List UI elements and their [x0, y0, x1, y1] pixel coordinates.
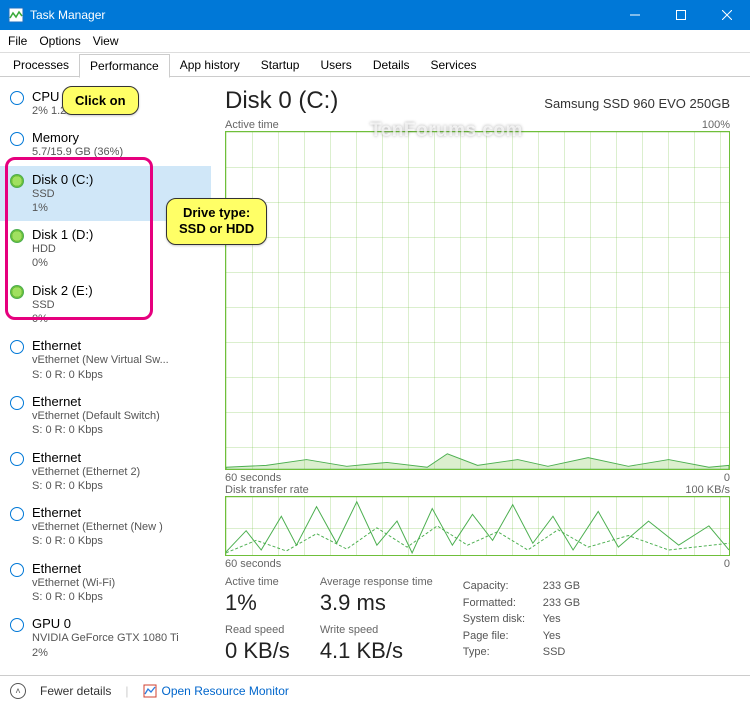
- disk-gauge-icon: [10, 174, 24, 188]
- titlebar: Task Manager: [0, 0, 750, 30]
- metric-formatted: 233 GB: [543, 595, 580, 612]
- sidebar-item-disk0[interactable]: Disk 0 (C:)SSD1%: [0, 166, 211, 222]
- close-button[interactable]: [704, 0, 750, 30]
- window-title: Task Manager: [30, 8, 612, 22]
- sidebar-item-eth4[interactable]: EthernetvEthernet (Ethernet (New )S: 0 R…: [0, 499, 211, 555]
- sidebar-item-memory[interactable]: Memory5.7/15.9 GB (36%): [0, 124, 211, 165]
- sidebar-item-eth1[interactable]: EthernetvEthernet (New Virtual Sw...S: 0…: [0, 332, 211, 388]
- taskmgr-icon: [8, 7, 24, 23]
- menubar: File Options View: [0, 30, 750, 53]
- metric-capacity: 233 GB: [543, 578, 580, 595]
- open-resource-monitor-link[interactable]: Open Resource Monitor: [143, 684, 289, 698]
- metric-write-label: Write speed: [320, 624, 433, 636]
- metric-avg-label: Average response time: [320, 576, 433, 588]
- chart-x-right2: 0: [724, 558, 730, 570]
- sidebar-item-eth5[interactable]: EthernetvEthernet (Wi-Fi)S: 0 R: 0 Kbps: [0, 555, 211, 611]
- main-pane: Disk 0 (C:) Samsung SSD 960 EVO 250GB Ac…: [211, 77, 750, 672]
- chart-active-label: Active time: [225, 119, 279, 131]
- disk-heading: Disk 0 (C:): [225, 87, 338, 115]
- net-gauge-icon: [10, 563, 24, 577]
- metric-read-value: 0 KB/s: [225, 638, 290, 664]
- chart-transfer-rate[interactable]: [225, 496, 730, 556]
- chart-xfer-label: Disk transfer rate: [225, 484, 309, 496]
- net-gauge-icon: [10, 507, 24, 521]
- tab-processes[interactable]: Processes: [2, 53, 80, 77]
- maximize-button[interactable]: [658, 0, 704, 30]
- chart-active-max: 100%: [702, 119, 730, 131]
- chevron-up-icon: ˄: [10, 683, 26, 699]
- metric-write-value: 4.1 KB/s: [320, 638, 433, 664]
- net-gauge-icon: [10, 396, 24, 410]
- tabstrip: Processes Performance App history Startu…: [0, 53, 750, 77]
- tab-users[interactable]: Users: [309, 53, 362, 77]
- metrics: Active time 1% Read speed 0 KB/s Average…: [225, 576, 730, 672]
- tab-startup[interactable]: Startup: [250, 53, 311, 77]
- chart-active-time[interactable]: [225, 131, 730, 470]
- net-gauge-icon: [10, 340, 24, 354]
- footer: ˄ Fewer details | Open Resource Monitor: [0, 675, 750, 705]
- tab-performance[interactable]: Performance: [79, 54, 170, 78]
- menu-options[interactable]: Options: [39, 34, 80, 48]
- metric-read-label: Read speed: [225, 624, 290, 636]
- tab-details[interactable]: Details: [362, 53, 421, 77]
- metric-active-value: 1%: [225, 590, 290, 616]
- fewer-details-link[interactable]: Fewer details: [40, 684, 111, 698]
- menu-file[interactable]: File: [8, 34, 27, 48]
- chart-x-right: 0: [724, 472, 730, 484]
- disk-gauge-icon: [10, 285, 24, 299]
- sidebar-item-eth2[interactable]: EthernetvEthernet (Default Switch)S: 0 R…: [0, 388, 211, 444]
- metric-type: SSD: [543, 644, 566, 661]
- metric-pagefile: Yes: [543, 628, 561, 645]
- menu-view[interactable]: View: [93, 34, 119, 48]
- sidebar-item-gpu0[interactable]: GPU 0NVIDIA GeForce GTX 1080 Ti2%: [0, 610, 211, 666]
- chart-x-left: 60 seconds: [225, 472, 281, 484]
- metric-systemdisk: Yes: [543, 611, 561, 628]
- sidebar-item-eth3[interactable]: EthernetvEthernet (Ethernet 2)S: 0 R: 0 …: [0, 444, 211, 500]
- sidebar[interactable]: CPU2% 1.26 Memory5.7/15.9 GB (36%) Disk …: [0, 77, 211, 672]
- tab-services[interactable]: Services: [420, 53, 488, 77]
- tab-apphistory[interactable]: App history: [169, 53, 251, 77]
- cpu-gauge-icon: [10, 91, 24, 105]
- disk-model: Samsung SSD 960 EVO 250GB: [544, 96, 730, 111]
- gpu-gauge-icon: [10, 618, 24, 632]
- disk-gauge-icon: [10, 229, 24, 243]
- net-gauge-icon: [10, 452, 24, 466]
- chart-x-left2: 60 seconds: [225, 558, 281, 570]
- metric-avg-value: 3.9 ms: [320, 590, 433, 616]
- minimize-button[interactable]: [612, 0, 658, 30]
- window-buttons: [612, 0, 750, 30]
- memory-gauge-icon: [10, 132, 24, 146]
- chart-xfer-max: 100 KB/s: [685, 484, 730, 496]
- metric-active-label: Active time: [225, 576, 290, 588]
- resmon-icon: [143, 684, 157, 698]
- sidebar-item-cpu[interactable]: CPU2% 1.26: [0, 83, 211, 124]
- sidebar-item-disk1[interactable]: Disk 1 (D:)HDD0%: [0, 221, 211, 277]
- sidebar-item-disk2[interactable]: Disk 2 (E:)SSD0%: [0, 277, 211, 333]
